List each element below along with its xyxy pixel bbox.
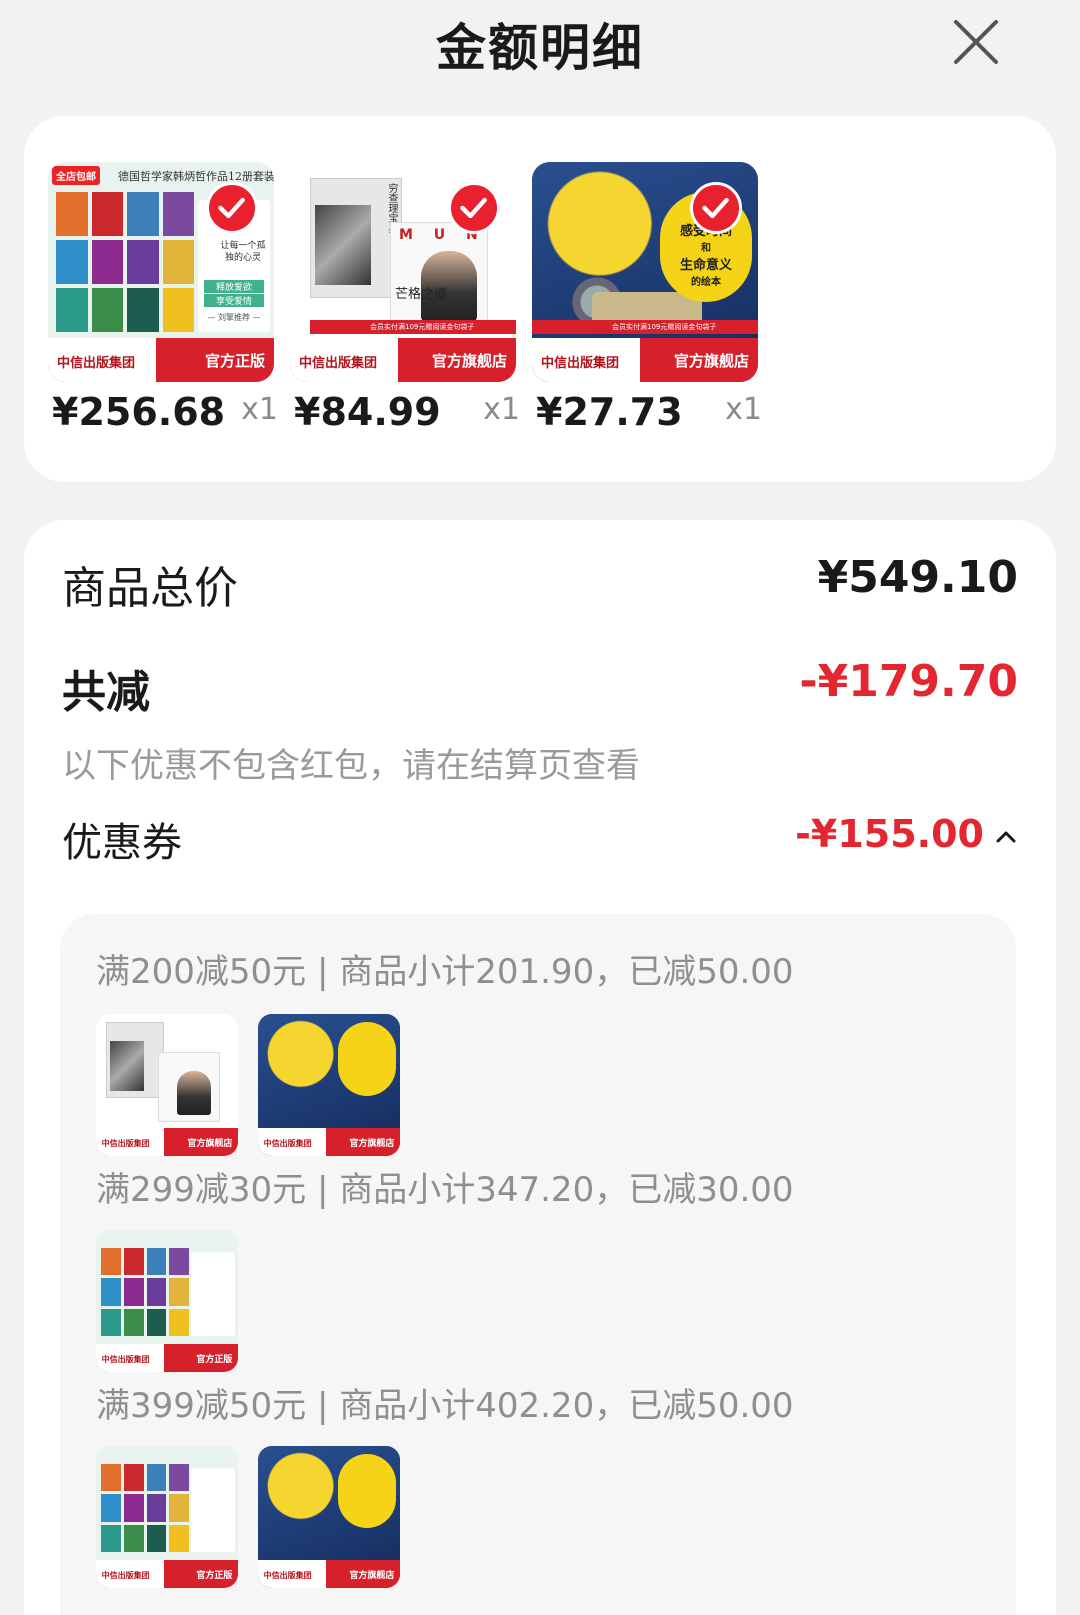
total-value: ¥549.10 [817,552,1018,603]
coupon-value: -¥155.00 [795,812,984,856]
coupon-rule: 满299减30元 | 商品小计347.20，已减30.00 [96,1170,794,1210]
publisher-label: 中信出版集团 [263,1569,312,1580]
publisher-label: 中信出版集团 [263,1137,312,1148]
cover-badge: 全店包邮 [52,166,100,185]
shop-tag: 官方旗舰店 [187,1138,233,1149]
check-icon[interactable] [206,182,258,234]
product-price: ¥27.73 [536,390,683,434]
product-thumbnail[interactable]: 感受时间 和 生命意义 的绘本 会员实付满109元赠阅读金句袋子 中信出版集团 … [532,162,758,382]
products-card: 全店包邮 德国哲学家韩炳哲作品12册套装 让每一个孤独的心灵 释放爱欲 享受爱情… [24,116,1056,482]
publisher-label: 中信出版集团 [101,1569,150,1580]
product-quantity: x1 [483,392,520,427]
rule-item-thumbnail[interactable]: 中信出版集团 官方旗舰店 [96,1014,238,1156]
cover-bubble-text: 的绘本 [691,277,721,288]
cover-title: 德国哲学家韩炳哲作品12册套装 [118,170,274,183]
publisher-label: 中信出版集团 [101,1353,150,1364]
close-icon[interactable] [950,16,1002,68]
product-item[interactable]: 感受时间 和 生命意义 的绘本 会员实付满109元赠阅读金句袋子 中信出版集团 … [532,162,762,434]
product-quantity: x1 [725,392,762,427]
product-item[interactable]: 穷查理宝典 M U N 芒格之道 会员实付满109元赠阅读金句袋子 中信出版集团… [290,162,520,434]
shop-tag: 官方正版 [204,352,265,370]
cover-tag: 享受爱情 [204,294,264,307]
rule-item-thumbnail[interactable]: 中信出版集团 官方旗舰店 [258,1446,400,1588]
shop-tag: 官方正版 [196,1570,233,1581]
coupon-toggle[interactable]: -¥155.00 [795,812,1018,856]
summary-card: 商品总价 ¥549.10 共减 -¥179.70 以下优惠不包含红包，请在结算页… [24,520,1056,1615]
publisher-label: 中信出版集团 [57,356,136,371]
shop-tag: 官方旗舰店 [431,352,507,370]
cover-title: 芒格之道 [395,287,448,302]
coupon-label: 优惠券 [62,820,182,866]
shop-tag: 官方正版 [196,1354,233,1365]
rule-item-thumbnail[interactable]: 中信出版集团 官方旗舰店 [258,1014,400,1156]
coupon-rule: 满399减50元 | 商品小计402.20，已减50.00 [96,1386,794,1426]
rule-item-thumbnail[interactable]: 中信出版集团 官方正版 [96,1446,238,1588]
check-icon[interactable] [690,182,742,234]
sheet-header: 金额明细 [0,0,1080,100]
cover-promo: 会员实付满109元赠阅读金句袋子 [532,319,758,334]
cover-promo: 会员实付满109元赠阅读金句袋子 [310,319,516,334]
cover-bubble-text: 生命意义 [679,258,732,273]
coupon-rule: 满200减50元 | 商品小计201.90，已减50.00 [96,952,794,992]
chevron-up-icon [996,831,1016,842]
discount-note: 以下优惠不包含红包，请在结算页查看 [62,746,640,786]
cover-quote: 让每一个孤独的心灵 [220,241,266,263]
total-label: 商品总价 [62,563,238,614]
shop-tag: 官方旗舰店 [349,1570,395,1581]
product-price: ¥84.99 [294,390,441,434]
cover-bubble-text: 和 [701,243,711,254]
product-thumbnail[interactable]: 穷查理宝典 M U N 芒格之道 会员实付满109元赠阅读金句袋子 中信出版集团… [290,162,516,382]
page-title: 金额明细 [436,19,644,77]
publisher-label: 中信出版集团 [101,1137,150,1148]
shop-tag: 官方旗舰店 [349,1138,395,1149]
cover-tag: 释放爱欲 [204,280,264,293]
publisher-label: 中信出版集团 [541,356,620,371]
product-thumbnail[interactable]: 全店包邮 德国哲学家韩炳哲作品12册套装 让每一个孤独的心灵 释放爱欲 享受爱情… [48,162,274,382]
publisher-label: 中信出版集团 [299,356,378,371]
reduce-label: 共减 [62,667,150,718]
shop-tag: 官方旗舰店 [673,352,749,370]
reduce-value: -¥179.70 [799,656,1018,707]
check-icon[interactable] [448,182,500,234]
product-price: ¥256.68 [52,390,226,434]
rule-item-thumbnail[interactable]: 中信出版集团 官方正版 [96,1230,238,1372]
product-item[interactable]: 全店包邮 德国哲学家韩炳哲作品12册套装 让每一个孤独的心灵 释放爱欲 享受爱情… [48,162,278,434]
coupon-details: 满200减50元 | 商品小计201.90，已减50.00 中信出版集团 官方旗… [60,914,1016,1615]
product-quantity: x1 [241,392,278,427]
cover-recommend: — 刘擎推荐 — [207,313,261,322]
